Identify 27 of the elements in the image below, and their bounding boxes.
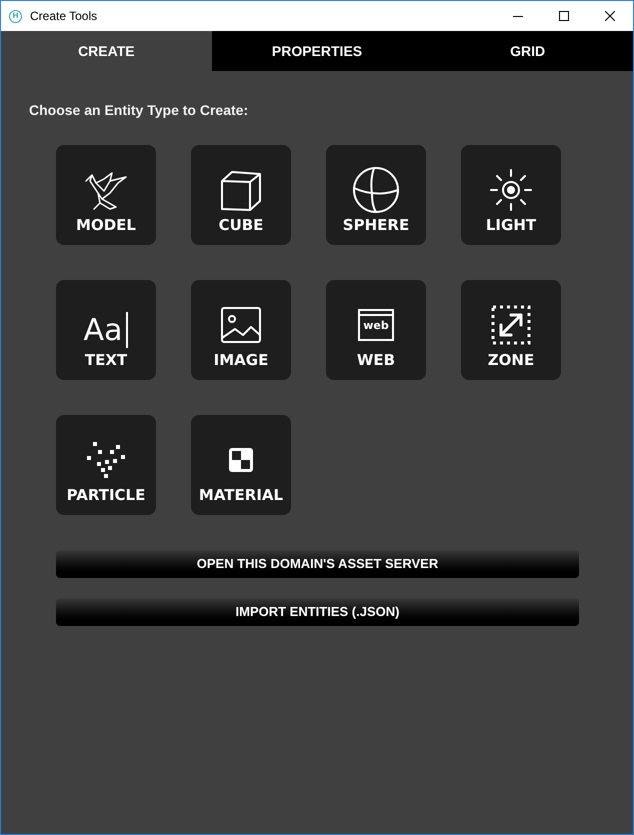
particles-icon: [87, 442, 125, 478]
checker-icon: [229, 448, 253, 472]
sun-icon: [489, 168, 533, 212]
window-title: Create Tools: [30, 8, 98, 25]
entity-tile[interactable]: PARTICLE: [56, 415, 156, 515]
entity-tile[interactable]: SPHERE: [326, 145, 426, 245]
close-icon: [605, 11, 615, 21]
resize-icon: [491, 304, 531, 344]
entity-tile[interactable]: LIGHT: [461, 145, 561, 245]
app-logo: H: [9, 10, 22, 22]
image-icon: [221, 306, 261, 342]
entity-tile[interactable]: MATERIAL: [191, 415, 291, 515]
action-button[interactable]: IMPORT ENTITIES (.JSON): [56, 598, 579, 626]
cube-icon: [220, 168, 262, 210]
action-button[interactable]: OPEN THIS DOMAIN'S ASSET SERVER: [56, 550, 579, 578]
section-heading: Choose an Entity Type to Create:: [29, 102, 248, 118]
tab[interactable]: PROPERTIES: [212, 31, 422, 71]
entity-tile[interactable]: IMAGE: [191, 280, 291, 380]
sphere-icon: [352, 166, 400, 214]
entity-tile[interactable]: CUBE: [191, 145, 291, 245]
entity-tile[interactable]: MODEL: [56, 145, 156, 245]
entity-tile[interactable]: Aa TEXT: [56, 280, 156, 380]
browser-window-icon: web: [358, 308, 394, 340]
maximize-icon: [559, 11, 569, 21]
entity-tile[interactable]: ZONE: [461, 280, 561, 380]
entity-tile[interactable]: web WEB: [326, 280, 426, 380]
tab[interactable]: GRID: [422, 31, 633, 71]
